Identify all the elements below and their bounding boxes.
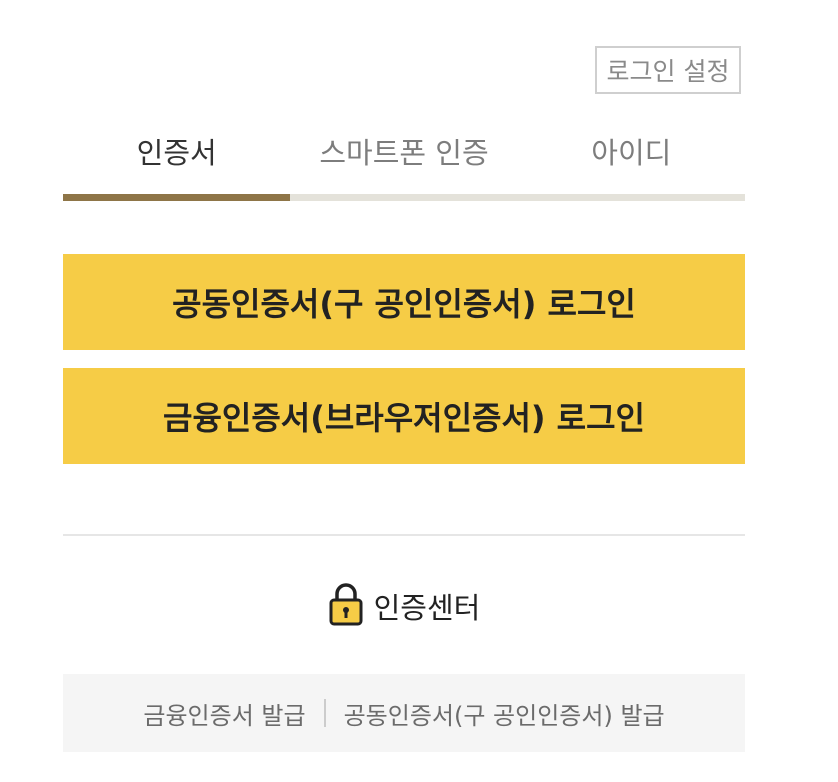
joint-certificate-login-button[interactable]: 공동인증서(구 공인인증서) 로그인 <box>63 254 745 350</box>
tab-certificate[interactable]: 인증서 <box>63 128 290 178</box>
login-method-tabs: 인증서 스마트폰 인증 아이디 <box>63 128 745 178</box>
financial-certificate-login-button[interactable]: 금융인증서(브라우저인증서) 로그인 <box>63 368 745 464</box>
tab-track <box>63 194 745 201</box>
section-divider <box>63 534 745 536</box>
tab-id[interactable]: 아이디 <box>518 128 745 178</box>
joint-cert-issue-link[interactable]: 공동인증서(구 공인인증서) 발급 <box>344 696 665 731</box>
issue-links-box: 금융인증서 발급 공동인증서(구 공인인증서) 발급 <box>63 674 745 752</box>
tab-smartphone[interactable]: 스마트폰 인증 <box>290 128 517 178</box>
cert-center-label: 인증센터 <box>373 591 481 625</box>
tab-active-indicator <box>63 194 290 201</box>
financial-cert-issue-link[interactable]: 금융인증서 발급 <box>143 696 305 731</box>
padlock-icon <box>328 581 364 631</box>
link-separator <box>323 699 326 727</box>
cert-center-link[interactable]: 인증센터 <box>0 578 808 634</box>
login-settings-button[interactable]: 로그인 설정 <box>595 46 741 94</box>
